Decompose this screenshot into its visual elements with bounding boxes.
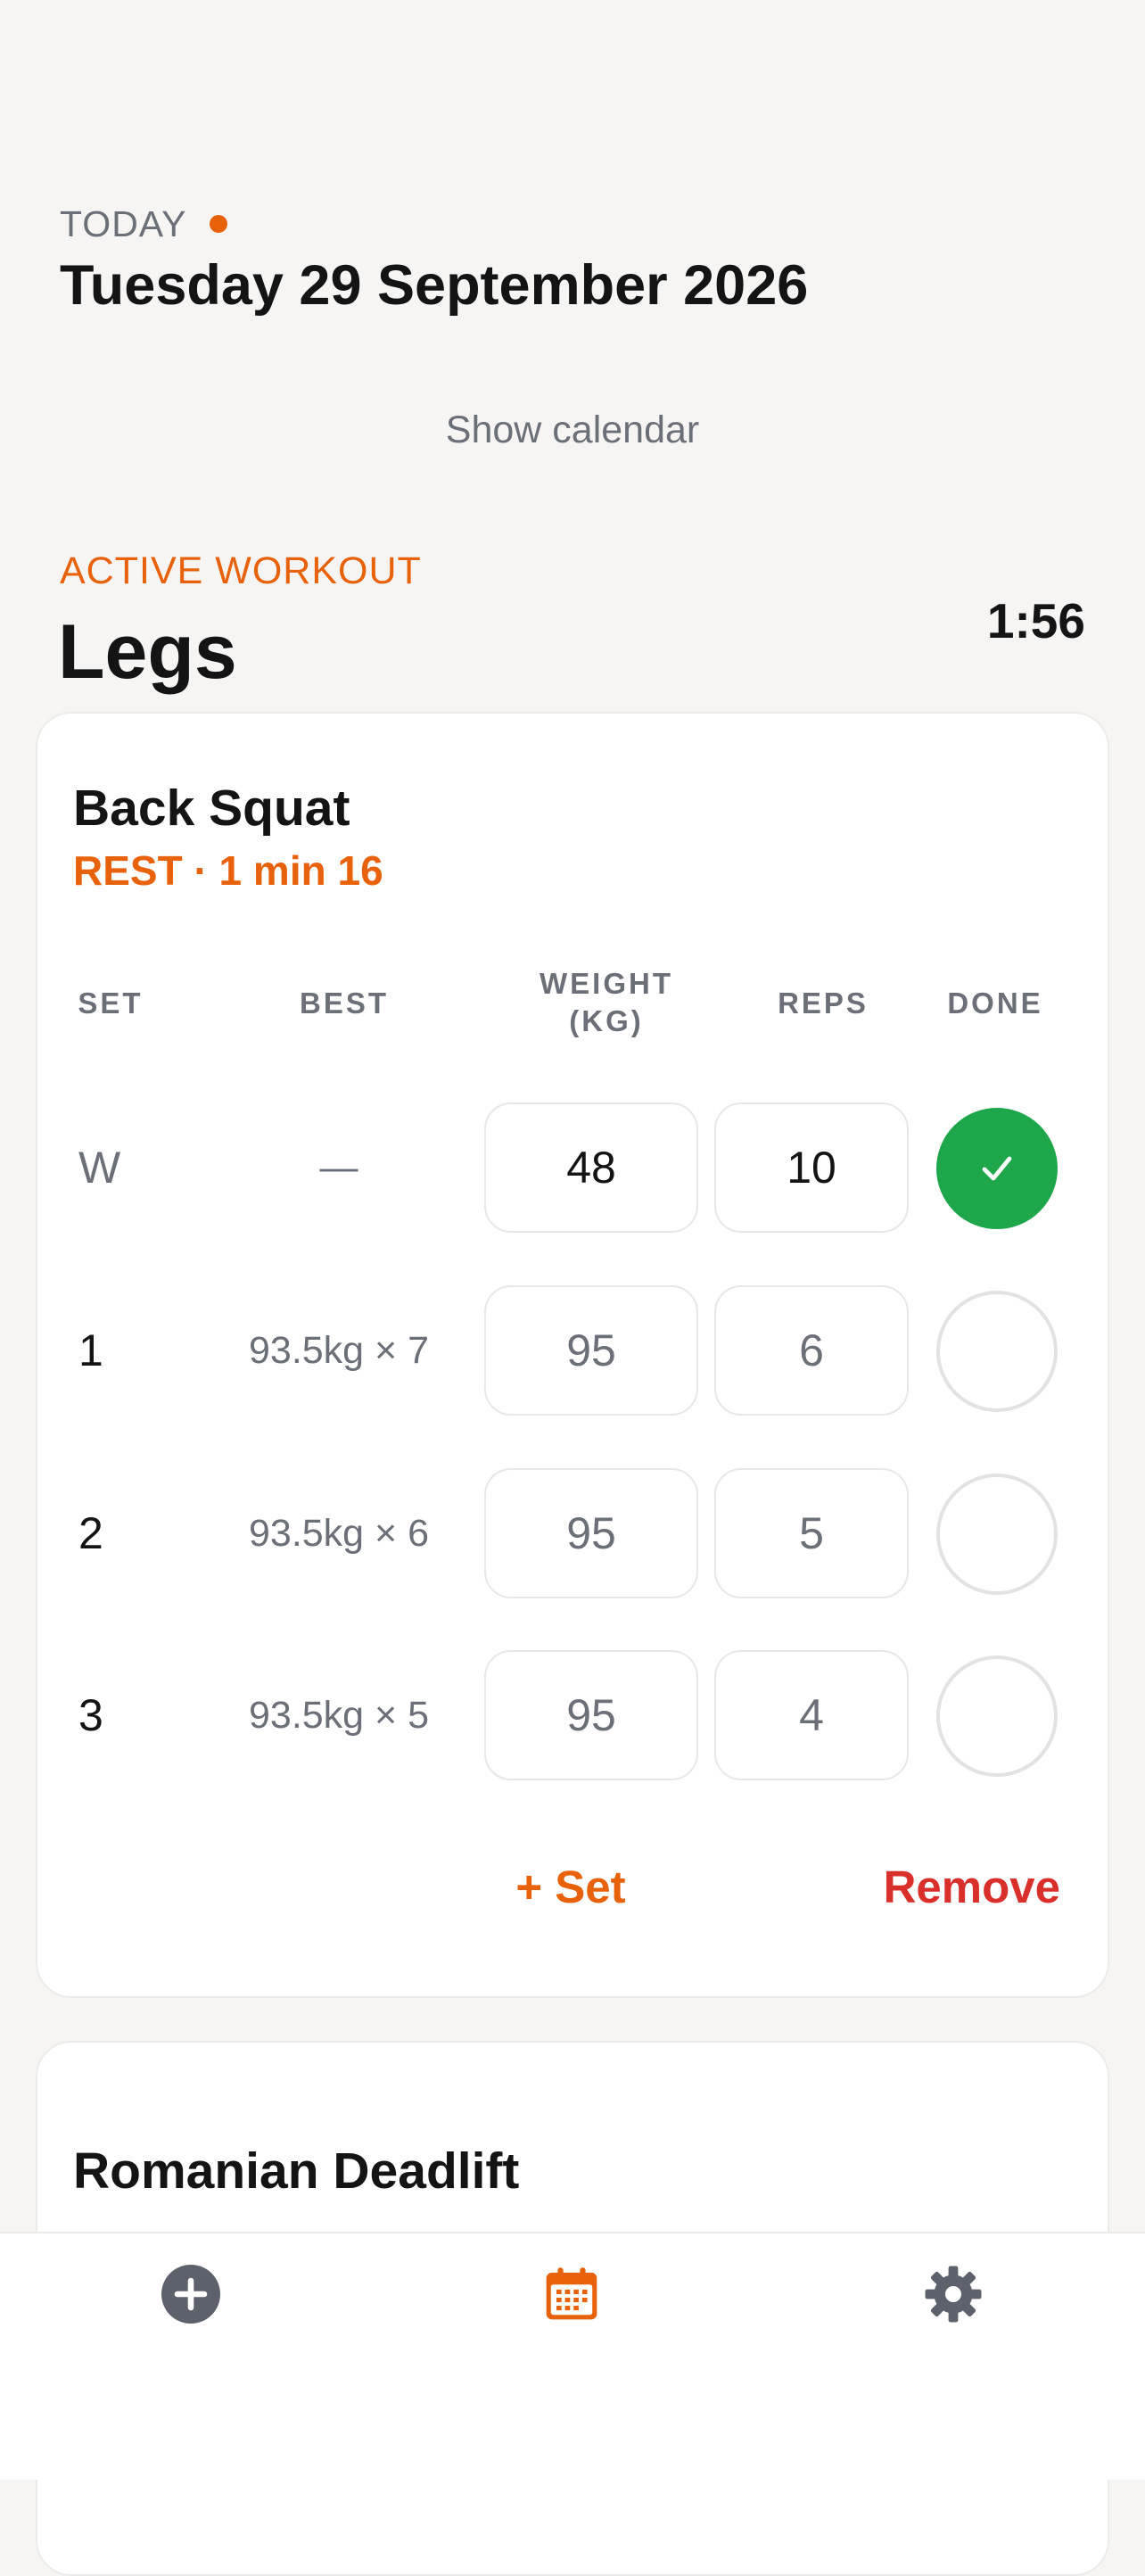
checkmark-icon bbox=[982, 1156, 1012, 1181]
weight-input[interactable]: 48 bbox=[484, 1102, 698, 1233]
set-number: 3 bbox=[78, 1690, 103, 1740]
set-best: — bbox=[319, 1145, 358, 1189]
done-checkbox[interactable] bbox=[936, 1291, 1058, 1412]
column-header-set: SET bbox=[78, 987, 144, 1020]
remove-exercise-button[interactable]: Remove bbox=[884, 1859, 1060, 1916]
column-header-reps: REPS bbox=[778, 987, 869, 1020]
next-exercise-title[interactable]: Romanian Deadlift bbox=[73, 2139, 519, 2203]
column-header-best: BEST bbox=[299, 987, 389, 1020]
gear-icon bbox=[925, 2266, 982, 2323]
tab-settings[interactable] bbox=[918, 2258, 989, 2330]
reps-input[interactable]: 4 bbox=[714, 1650, 909, 1780]
today-row: TODAY bbox=[60, 198, 228, 250]
reps-input[interactable]: 5 bbox=[714, 1468, 909, 1598]
set-row-3: 3 93.5kg × 5 95 4 bbox=[0, 1650, 1145, 1780]
today-indicator-dot bbox=[210, 215, 228, 233]
plus-circle-icon bbox=[161, 2265, 220, 2324]
date-title: Tuesday 29 September 2026 bbox=[60, 254, 809, 317]
column-header-done: DONE bbox=[947, 987, 1043, 1020]
add-set-button[interactable]: + Set bbox=[482, 1859, 660, 1916]
tab-calendar[interactable] bbox=[536, 2258, 607, 2330]
exercise-title[interactable]: Back Squat bbox=[73, 776, 350, 840]
set-row-1: 1 93.5kg × 7 95 6 bbox=[0, 1285, 1145, 1416]
set-row-warmup: W — 48 10 bbox=[0, 1102, 1145, 1233]
show-calendar-button[interactable]: Show calendar bbox=[0, 403, 1145, 457]
set-best: 93.5kg × 7 bbox=[248, 1328, 430, 1372]
active-workout-label: ACTIVE WORKOUT bbox=[60, 549, 422, 592]
set-best: 93.5kg × 5 bbox=[248, 1693, 430, 1737]
calendar-icon bbox=[546, 2267, 597, 2320]
set-row-2: 2 93.5kg × 6 95 5 bbox=[0, 1468, 1145, 1598]
done-checkbox[interactable] bbox=[936, 1474, 1058, 1595]
set-number: 1 bbox=[78, 1325, 103, 1375]
set-number: W bbox=[78, 1143, 121, 1193]
reps-input[interactable]: 6 bbox=[714, 1285, 909, 1416]
done-checkbox[interactable] bbox=[936, 1108, 1058, 1229]
set-best: 93.5kg × 6 bbox=[248, 1511, 430, 1555]
weight-input[interactable]: 95 bbox=[484, 1650, 698, 1780]
workout-timer: 1:56 bbox=[986, 593, 1085, 648]
tab-add-workout[interactable] bbox=[155, 2258, 227, 2330]
weight-input[interactable]: 95 bbox=[484, 1468, 698, 1598]
reps-input[interactable]: 10 bbox=[714, 1102, 909, 1233]
set-number: 2 bbox=[78, 1508, 103, 1558]
done-checkbox[interactable] bbox=[936, 1655, 1058, 1777]
workout-name: Legs bbox=[58, 609, 237, 695]
column-header-weight: WEIGHT (KG) bbox=[540, 967, 673, 1037]
today-label: TODAY bbox=[60, 202, 187, 244]
rest-timer: REST · 1 min 16 bbox=[73, 847, 383, 894]
weight-input[interactable]: 95 bbox=[484, 1285, 698, 1416]
